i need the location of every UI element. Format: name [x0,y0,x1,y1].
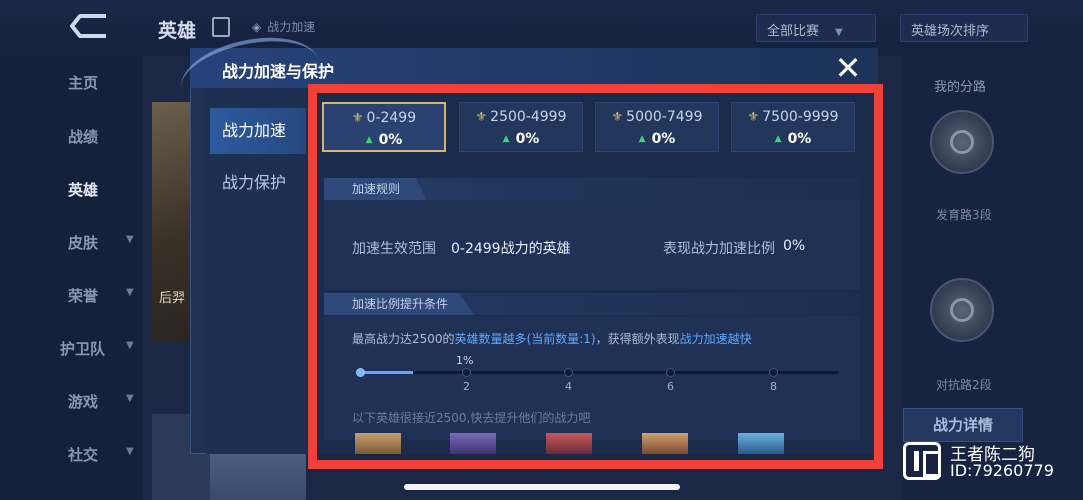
left-nav [0,56,143,500]
nav-item-social[interactable]: 社交 ▼ [68,444,134,465]
close-icon[interactable]: ✕ [830,52,866,86]
nav-item-honor-label: 荣誉 [68,287,99,305]
nav-item-home[interactable]: 主页 [68,72,98,93]
power-detail-button[interactable]: 战力详情 [903,408,1023,442]
back-arrow-icon [70,14,106,38]
sort-value: 英雄场次排序 [911,24,990,39]
chevron-down-icon: ▼ [835,27,843,38]
chevron-down-icon: ▼ [126,234,134,245]
nav-item-game[interactable]: 游戏 ▼ [68,391,134,412]
home-indicator[interactable] [404,484,680,490]
hero-card-name: 后羿 [159,291,186,306]
tab-power-boost[interactable]: 战力加速 [210,108,306,154]
chevron-down-icon: ▼ [126,393,134,404]
watermark-id: ID:79260779 [950,461,1054,480]
power-boost-tab[interactable]: 战力加速 [252,18,315,35]
tab-power-protect[interactable]: 战力保护 [210,160,306,206]
page-title: 英雄 [158,20,197,42]
match-filter-value: 全部比赛 [767,24,820,39]
watermark-logo-icon [903,442,941,480]
nav-item-record[interactable]: 战绩 [68,126,98,147]
back-button[interactable] [66,12,114,42]
rank-badge-icon [930,110,994,174]
chevron-down-icon: ▼ [126,340,134,351]
notebook-icon[interactable] [212,17,230,37]
rank-label: 对抗路2段 [936,378,992,392]
nav-item-skin-label: 皮肤 [68,234,99,252]
chevron-down-icon: ▼ [126,287,134,298]
rank-badge-icon [930,278,994,342]
chevron-down-icon: ▼ [126,446,134,457]
nav-item-guard-label: 护卫队 [60,340,106,358]
nav-item-skin[interactable]: 皮肤 ▼ [68,232,134,253]
sort-select[interactable]: 英雄场次排序 [900,14,1028,42]
nav-item-guard[interactable]: 护卫队 ▼ [60,338,134,359]
match-filter-select[interactable]: 全部比赛 ▼ [756,14,876,42]
rank-label: 发育路3段 [936,208,992,222]
nav-item-game-label: 游戏 [68,393,99,411]
modal-title: 战力加速与保护 [222,62,335,81]
nav-item-hero[interactable]: 英雄 [68,179,98,200]
my-lane-title: 我的分路 [934,80,987,95]
nav-item-social-label: 社交 [68,446,99,464]
nav-item-honor[interactable]: 荣誉 ▼ [68,285,134,306]
highlight-annotation-frame [308,84,883,469]
